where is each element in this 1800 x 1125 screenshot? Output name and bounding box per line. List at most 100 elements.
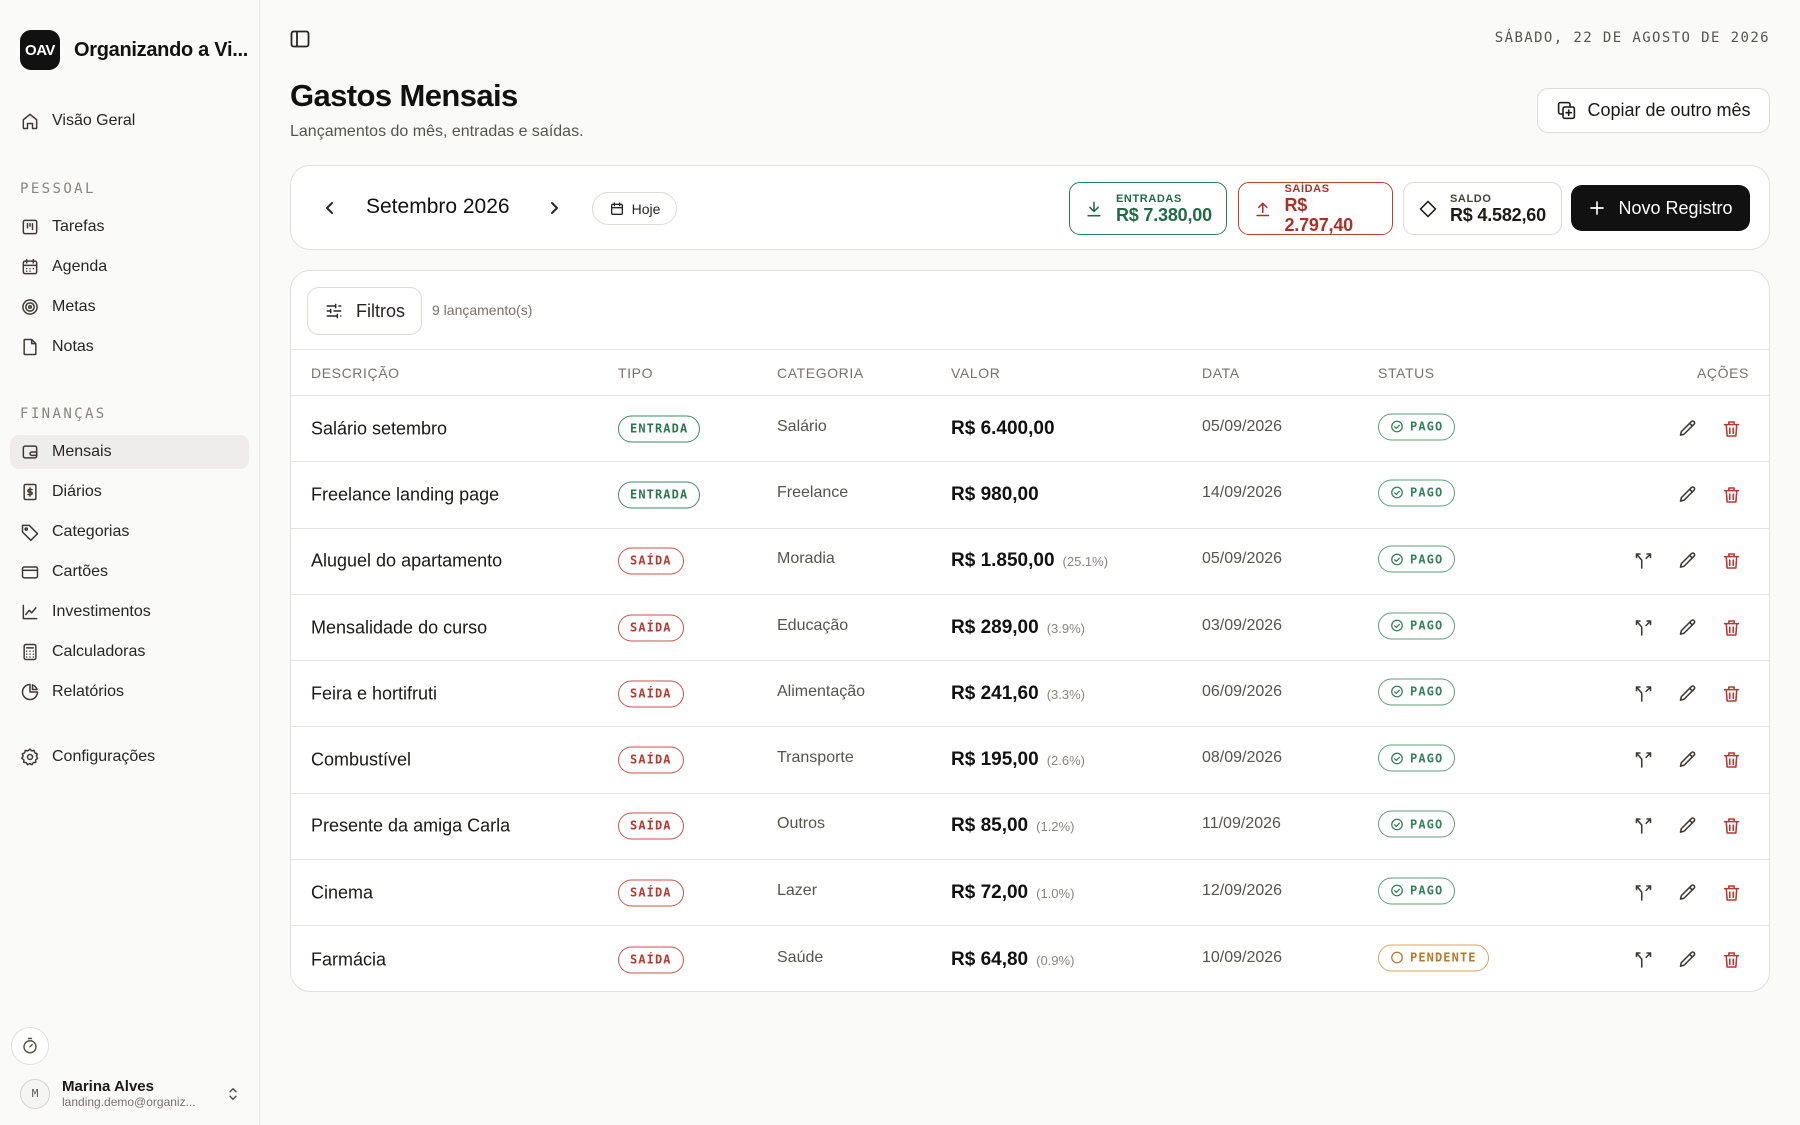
- pencil-icon[interactable]: [1677, 484, 1698, 505]
- row-category: Lazer: [777, 881, 818, 899]
- row-category: Alimentação: [777, 682, 866, 700]
- value-percent: (0.9%): [1036, 952, 1075, 968]
- chevron-left-icon[interactable]: [318, 196, 342, 220]
- sidebar-item-categorias[interactable]: Categorias: [10, 515, 249, 549]
- column-header-categoria[interactable]: CATEGORIA: [777, 365, 864, 381]
- column-header-data[interactable]: DATA: [1202, 365, 1240, 381]
- status-badge: PAGO: [1378, 413, 1456, 441]
- calendar-icon: [22, 258, 38, 275]
- trash-icon[interactable]: [1721, 484, 1742, 505]
- sidebar-item-notas[interactable]: Notas: [10, 330, 249, 364]
- trash-icon[interactable]: [1721, 551, 1742, 572]
- table-row[interactable]: Farmácia SAÍDA Saúde R$ 64,80 (0.9%) 10/…: [291, 926, 1769, 991]
- sidebar-item-visao-geral[interactable]: Visão Geral: [10, 104, 249, 138]
- table-row[interactable]: Combustível SAÍDA Transporte R$ 195,00 (…: [291, 727, 1769, 794]
- copy-month-button[interactable]: Copiar de outro mês: [1537, 88, 1770, 133]
- trash-icon[interactable]: [1721, 882, 1742, 903]
- table-row[interactable]: Aluguel do apartamento SAÍDA Moradia R$ …: [291, 529, 1769, 595]
- pencil-icon[interactable]: [1677, 816, 1698, 837]
- split-icon[interactable]: [1633, 750, 1654, 771]
- row-status: PAGO: [1378, 877, 1456, 905]
- sidebar-item-investimentos[interactable]: Investimentos: [10, 595, 249, 629]
- split-icon[interactable]: [1633, 683, 1654, 704]
- today-label: Hoje: [631, 200, 661, 217]
- pencil-icon[interactable]: [1677, 683, 1698, 704]
- trash-icon[interactable]: [1721, 418, 1742, 439]
- sidebar-item-configuracoes[interactable]: Configurações: [10, 740, 249, 774]
- balance-value: R$ 4.582,60: [1450, 204, 1546, 225]
- column-header-valor[interactable]: VALOR: [951, 365, 1000, 381]
- income-summary: ENTRADAS R$ 7.380,00: [1069, 182, 1227, 235]
- row-description: Presente da amiga Carla: [311, 815, 511, 836]
- wallet-icon: [22, 445, 38, 459]
- table-row[interactable]: Salário setembro ENTRADA Salário R$ 6.40…: [291, 396, 1769, 463]
- pencil-icon[interactable]: [1677, 750, 1698, 771]
- brand[interactable]: OAV Organizando a Vi...: [20, 30, 248, 70]
- timer-button[interactable]: [11, 1027, 49, 1065]
- pencil-icon[interactable]: [1677, 418, 1698, 439]
- status-badge: PAGO: [1378, 744, 1456, 772]
- filters-button[interactable]: Filtros: [307, 287, 422, 335]
- trash-icon[interactable]: [1721, 617, 1742, 638]
- status-badge: PENDENTE: [1378, 944, 1489, 972]
- status-label: PAGO: [1410, 485, 1444, 500]
- today-button[interactable]: Hoje: [592, 192, 677, 225]
- sidebar-item-mensais[interactable]: Mensais: [10, 435, 249, 469]
- table-row[interactable]: Freelance landing page ENTRADA Freelance…: [291, 462, 1769, 529]
- user-menu[interactable]: M Marina Alves landing.demo@organiz...: [20, 1078, 242, 1109]
- row-type: ENTRADA: [618, 481, 701, 509]
- download-icon: [1087, 201, 1101, 216]
- trash-icon[interactable]: [1721, 750, 1742, 771]
- value-percent: (3.9%): [1046, 620, 1085, 636]
- row-value: R$ 241,60 (3.3%): [951, 683, 1085, 705]
- status-icon: [1391, 685, 1403, 698]
- trash-icon[interactable]: [1721, 816, 1742, 837]
- status-badge: PAGO: [1378, 545, 1456, 573]
- row-date: 03/09/2026: [1202, 616, 1283, 634]
- income-label: ENTRADAS: [1116, 192, 1182, 205]
- trash-icon[interactable]: [1721, 949, 1742, 970]
- split-icon[interactable]: [1633, 617, 1654, 638]
- sidebar-item-diarios[interactable]: Diários: [10, 475, 249, 509]
- row-actions: [1633, 949, 1742, 970]
- record-count: 9 lançamento(s): [432, 302, 533, 318]
- split-icon[interactable]: [1633, 551, 1654, 572]
- column-header-tipo[interactable]: TIPO: [618, 365, 653, 381]
- column-header-descricao[interactable]: DESCRIÇÃO: [311, 365, 400, 381]
- row-type: SAÍDA: [618, 946, 684, 974]
- column-header-status[interactable]: STATUS: [1378, 365, 1435, 381]
- value-amount: R$ 980,00: [951, 483, 1039, 505]
- sidebar-toggle-icon[interactable]: [288, 27, 312, 51]
- row-description: Mensalidade do curso: [311, 617, 488, 638]
- sidebar-item-calculadoras[interactable]: Calculadoras: [10, 635, 249, 669]
- target-icon: [22, 299, 38, 315]
- status-icon: [1391, 487, 1403, 499]
- sidebar-item-relatorios[interactable]: Relatórios: [10, 675, 249, 709]
- status-icon: [1391, 951, 1403, 964]
- pencil-icon[interactable]: [1677, 617, 1698, 638]
- month-bar: Setembro 2026 Hoje ENTRADAS R$ 7.380,00 …: [290, 165, 1770, 250]
- pencil-icon[interactable]: [1677, 949, 1698, 970]
- table-row[interactable]: Cinema SAÍDA Lazer R$ 72,00 (1.0%) 12/09…: [291, 860, 1769, 927]
- pencil-icon[interactable]: [1677, 882, 1698, 903]
- split-icon[interactable]: [1633, 949, 1654, 970]
- value-percent: (25.1%): [1062, 554, 1109, 570]
- row-description: Freelance landing page: [311, 484, 500, 505]
- trash-icon[interactable]: [1721, 683, 1742, 704]
- sidebar-item-agenda[interactable]: Agenda: [10, 250, 249, 284]
- pencil-icon[interactable]: [1677, 551, 1698, 572]
- chevron-right-icon[interactable]: [542, 196, 566, 220]
- sidebar-item-tarefas[interactable]: Tarefas: [10, 210, 249, 244]
- row-value: R$ 289,00 (3.9%): [951, 617, 1085, 639]
- sidebar-item-metas[interactable]: Metas: [10, 290, 249, 324]
- table-row[interactable]: Feira e hortifruti SAÍDA Alimentação R$ …: [291, 661, 1769, 728]
- table-row[interactable]: Presente da amiga Carla SAÍDA Outros R$ …: [291, 794, 1769, 861]
- new-record-button[interactable]: Novo Registro: [1571, 185, 1750, 231]
- table-row[interactable]: Mensalidade do curso SAÍDA Educação R$ 2…: [291, 595, 1769, 662]
- row-category: Moradia: [777, 550, 835, 568]
- row-actions: [1633, 484, 1742, 505]
- split-icon[interactable]: [1633, 816, 1654, 837]
- split-icon[interactable]: [1633, 882, 1654, 903]
- sidebar-item-cartoes[interactable]: Cartões: [10, 555, 249, 589]
- page-subtitle: Lançamentos do mês, entradas e saídas.: [290, 123, 584, 140]
